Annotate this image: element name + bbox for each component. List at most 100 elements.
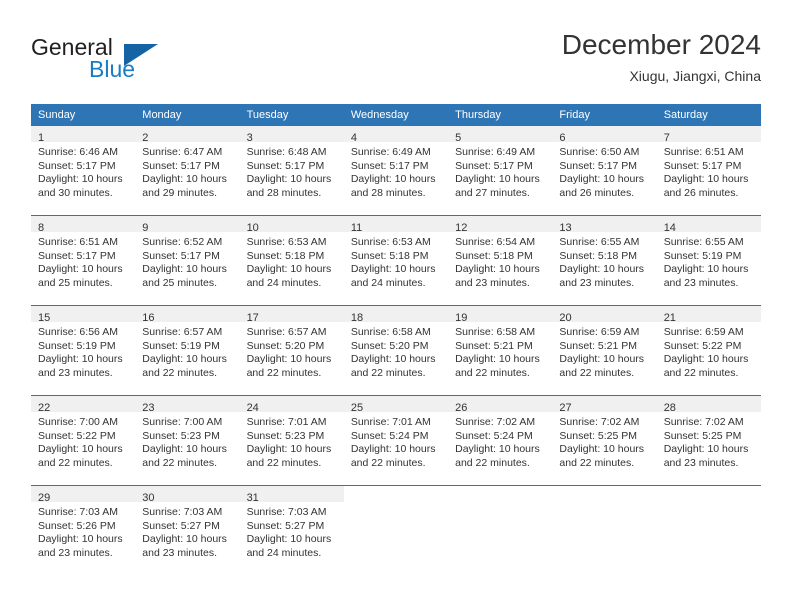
sunset-text: Sunset: 5:20 PM	[350, 339, 429, 352]
daylight-text-line2: and 26 minutes.	[663, 186, 739, 199]
day-number-band: 7	[656, 126, 761, 144]
daylight-text-line1: Daylight: 10 hours	[142, 533, 227, 545]
day-number-band: 15	[31, 306, 136, 324]
sunset-text: Sunset: 5:17 PM	[142, 159, 220, 172]
day-number-band: 20	[552, 306, 657, 324]
day-cell-inner	[657, 486, 761, 575]
calendar-day-cell[interactable]: 10 Sunrise: 6:53 AM Sunset: 5:18 PM Dayligh…	[239, 215, 344, 306]
day-number: 21	[663, 312, 676, 324]
daylight-text-line2: and 25 minutes.	[38, 276, 113, 289]
calendar-day-cell[interactable]: 3 Sunrise: 6:48 AM Sunset: 5:17 PM Daylight…	[239, 126, 344, 216]
daylight-text-line1: Daylight: 10 hours	[350, 353, 436, 365]
daylight-text-line1: Daylight: 10 hours	[663, 173, 749, 185]
sunset-text: Sunset: 5:22 PM	[663, 339, 742, 352]
day-number-band: 28	[656, 396, 761, 414]
calendar-day-cell[interactable]: 25 Sunrise: 7:01 AM Sunset: 5:24 PM Dayligh…	[343, 395, 449, 486]
calendar-day-cell[interactable]: 5 Sunrise: 6:49 AM Sunset: 5:17 PM Daylight…	[448, 126, 553, 216]
calendar-day-cell[interactable]: 27 Sunrise: 7:02 AM Sunset: 5:25 PM Dayligh…	[552, 395, 657, 486]
day-number-band: 26	[448, 396, 553, 414]
general-blue-logo[interactable]: General Blue	[31, 34, 251, 90]
day-cell-inner	[448, 486, 552, 575]
day-detail: Sunrise: 6:46 AM Sunset: 5:17 PM Daylight:…	[31, 142, 135, 200]
day-detail: Sunrise: 6:55 AM Sunset: 5:19 PM Daylight:…	[657, 232, 761, 290]
daylight-text-line2: and 23 minutes.	[663, 456, 739, 469]
calendar-day-cell[interactable]: 19 Sunrise: 6:58 AM Sunset: 5:21 PM Dayligh…	[448, 305, 553, 396]
sunrise-text: Sunrise: 6:57 AM	[246, 326, 327, 338]
calendar-day-cell[interactable]: 31 Sunrise: 7:03 AM Sunset: 5:27 PM Dayligh…	[239, 485, 344, 575]
calendar-day-cell[interactable]: 7 Sunrise: 6:51 AM Sunset: 5:17 PM Daylight…	[656, 126, 761, 216]
calendar-day-cell[interactable]: 4 Sunrise: 6:49 AM Sunset: 5:17 PM Daylight…	[343, 126, 449, 216]
sunset-text: Sunset: 5:20 PM	[246, 339, 325, 352]
calendar-day-cell[interactable]: 28 Sunrise: 7:02 AM Sunset: 5:25 PM Dayligh…	[656, 395, 761, 486]
calendar-day-cell[interactable]: 23 Sunrise: 7:00 AM Sunset: 5:23 PM Dayligh…	[135, 395, 240, 486]
calendar-day-cell[interactable]: 2 Sunrise: 6:47 AM Sunset: 5:17 PM Daylight…	[135, 126, 240, 216]
sunrise-text: Sunrise: 6:59 AM	[559, 326, 640, 338]
daylight-text-line1: Daylight: 10 hours	[38, 263, 123, 275]
daylight-text-line1: Daylight: 10 hours	[246, 533, 332, 545]
day-cell-inner: 17 Sunrise: 6:57 AM Sunset: 5:20 PM Dayligh…	[239, 306, 344, 395]
calendar-day-cell[interactable]: 9 Sunrise: 6:52 AM Sunset: 5:17 PM Daylight…	[135, 215, 240, 306]
sunset-text: Sunset: 5:21 PM	[559, 339, 638, 352]
day-number: 28	[663, 402, 676, 414]
daylight-text-line2: and 23 minutes.	[455, 276, 530, 289]
day-detail: Sunrise: 6:53 AM Sunset: 5:18 PM Daylight:…	[344, 232, 448, 290]
day-detail: Sunrise: 6:48 AM Sunset: 5:17 PM Daylight:…	[240, 142, 344, 200]
calendar-day-cell[interactable]: 13 Sunrise: 6:55 AM Sunset: 5:18 PM Dayligh…	[552, 215, 657, 306]
calendar-day-cell[interactable]: 11 Sunrise: 6:53 AM Sunset: 5:18 PM Dayligh…	[343, 215, 449, 306]
sunset-text: Sunset: 5:18 PM	[559, 249, 638, 262]
calendar-day-cell[interactable]: 30 Sunrise: 7:03 AM Sunset: 5:27 PM Dayligh…	[135, 485, 240, 575]
daylight-text-line1: Daylight: 10 hours	[350, 443, 436, 455]
day-cell-inner: 26 Sunrise: 7:02 AM Sunset: 5:24 PM Dayligh…	[448, 396, 553, 485]
daylight-text-line2: and 23 minutes.	[142, 546, 217, 559]
calendar-day-cell[interactable]: 8 Sunrise: 6:51 AM Sunset: 5:17 PM Daylight…	[31, 215, 136, 306]
day-number-band: 19	[448, 306, 553, 324]
daylight-text-line1: Daylight: 10 hours	[142, 173, 227, 185]
day-detail: Sunrise: 6:57 AM Sunset: 5:19 PM Daylight:…	[135, 322, 239, 380]
calendar-day-cell[interactable]: 14 Sunrise: 6:55 AM Sunset: 5:19 PM Dayligh…	[656, 215, 761, 306]
day-cell-inner: 24 Sunrise: 7:01 AM Sunset: 5:23 PM Dayligh…	[239, 396, 344, 485]
weekday-header-sunday: Sunday	[31, 104, 136, 126]
calendar-week-row: 15 Sunrise: 6:56 AM Sunset: 5:19 PM Dayligh…	[31, 305, 761, 396]
day-number: 10	[246, 222, 259, 234]
calendar-day-cell[interactable]: 15 Sunrise: 6:56 AM Sunset: 5:19 PM Dayligh…	[31, 305, 136, 396]
calendar-day-cell[interactable]: 12 Sunrise: 6:54 AM Sunset: 5:18 PM Dayligh…	[448, 215, 553, 306]
calendar-day-cell[interactable]: 22 Sunrise: 7:00 AM Sunset: 5:22 PM Dayligh…	[31, 395, 136, 486]
calendar-week-row: 8 Sunrise: 6:51 AM Sunset: 5:17 PM Daylight…	[31, 215, 761, 306]
calendar-week-row: 29 Sunrise: 7:03 AM Sunset: 5:26 PM Dayligh…	[31, 485, 761, 575]
daylight-text-line1: Daylight: 10 hours	[663, 353, 749, 365]
calendar-day-cell[interactable]: 20 Sunrise: 6:59 AM Sunset: 5:21 PM Dayligh…	[552, 305, 657, 396]
day-cell-inner: 5 Sunrise: 6:49 AM Sunset: 5:17 PM Daylight…	[448, 126, 553, 215]
calendar-day-cell[interactable]: 18 Sunrise: 6:58 AM Sunset: 5:20 PM Dayligh…	[343, 305, 449, 396]
page-title: December 2024	[561, 29, 761, 60]
day-number-band: 14	[656, 216, 761, 234]
day-number-band: 4	[343, 126, 449, 144]
day-detail: Sunrise: 6:57 AM Sunset: 5:20 PM Daylight:…	[240, 322, 344, 380]
calendar-day-cell[interactable]: 26 Sunrise: 7:02 AM Sunset: 5:24 PM Dayligh…	[448, 395, 553, 486]
sunset-text: Sunset: 5:18 PM	[350, 249, 429, 262]
daylight-text-line2: and 23 minutes.	[559, 276, 635, 289]
daylight-text-line1: Daylight: 10 hours	[142, 353, 227, 365]
day-number-band: 18	[343, 306, 449, 324]
day-detail: Sunrise: 7:01 AM Sunset: 5:24 PM Daylight:…	[344, 412, 448, 470]
day-cell-inner: 7 Sunrise: 6:51 AM Sunset: 5:17 PM Daylight…	[656, 126, 761, 215]
day-number-band: 21	[656, 306, 761, 324]
calendar-day-cell[interactable]: 29 Sunrise: 7:03 AM Sunset: 5:26 PM Dayligh…	[31, 485, 136, 575]
calendar-day-cell[interactable]: 1 Sunrise: 6:46 AM Sunset: 5:17 PM Daylight…	[31, 126, 136, 216]
sunset-text: Sunset: 5:27 PM	[142, 519, 220, 532]
calendar-day-cell[interactable]: 24 Sunrise: 7:01 AM Sunset: 5:23 PM Dayligh…	[239, 395, 344, 486]
calendar-day-cell[interactable]: 17 Sunrise: 6:57 AM Sunset: 5:20 PM Dayligh…	[239, 305, 344, 396]
sunset-text: Sunset: 5:17 PM	[38, 249, 116, 262]
day-number-band: 22	[31, 396, 136, 414]
day-number-band: 13	[552, 216, 657, 234]
day-number-band: 8	[31, 216, 136, 234]
sunrise-text: Sunrise: 7:01 AM	[246, 416, 327, 428]
daylight-text-line2: and 22 minutes.	[663, 366, 739, 379]
calendar-day-cell[interactable]: 16 Sunrise: 6:57 AM Sunset: 5:19 PM Dayligh…	[135, 305, 240, 396]
daylight-text-line1: Daylight: 10 hours	[455, 173, 540, 185]
sunset-text: Sunset: 5:27 PM	[246, 519, 325, 532]
daylight-text-line2: and 24 minutes.	[246, 546, 322, 559]
calendar-day-cell[interactable]: 6 Sunrise: 6:50 AM Sunset: 5:17 PM Daylight…	[552, 126, 657, 216]
day-number-band: 27	[552, 396, 657, 414]
day-detail: Sunrise: 6:55 AM Sunset: 5:18 PM Daylight:…	[552, 232, 656, 290]
calendar-day-cell[interactable]: 21 Sunrise: 6:59 AM Sunset: 5:22 PM Dayligh…	[656, 305, 761, 396]
